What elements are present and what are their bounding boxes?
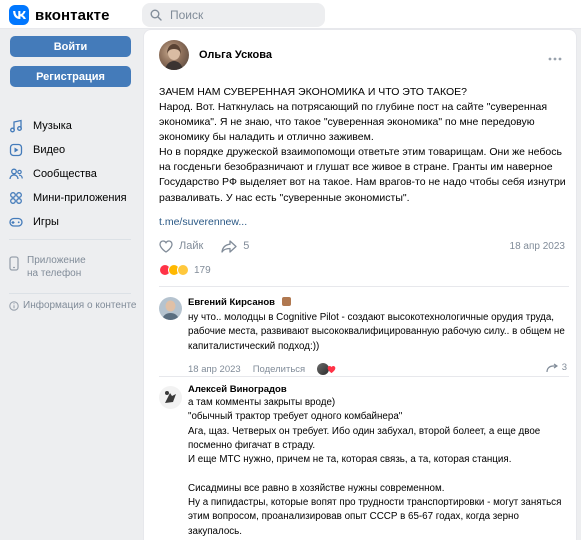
like-button[interactable]: Лайк bbox=[159, 239, 204, 253]
laughing-reaction-icon bbox=[177, 264, 189, 276]
search-box[interactable] bbox=[142, 3, 325, 27]
vk-logo-icon bbox=[9, 5, 29, 25]
content-info-link[interactable]: Информация о контенте bbox=[9, 300, 137, 311]
post-title: ЗАЧЕМ НАМ СУВЕРЕННАЯ ЭКОНОМИКА И ЧТО ЭТО… bbox=[159, 86, 467, 98]
sidebar-item-label: Сообщества bbox=[33, 168, 97, 180]
comment-share-button[interactable]: Поделиться bbox=[253, 364, 305, 375]
search-icon bbox=[150, 9, 162, 21]
post-card: Ольга Ускова ЗАЧЕМ НАМ СУВЕРЕННАЯ ЭКОНОМ… bbox=[143, 29, 577, 540]
sidebar-divider bbox=[9, 239, 131, 240]
comment-text: а там комменты закрыты вроде) "обычный т… bbox=[188, 397, 562, 537]
sidebar-item-label: Музыка bbox=[33, 120, 72, 132]
replies-button[interactable]: 3 bbox=[546, 362, 567, 373]
games-icon bbox=[9, 217, 23, 227]
commenter-avatar[interactable] bbox=[159, 297, 182, 320]
comment-text: ну что.. молодцы в Cognitive Pilot - соз… bbox=[188, 312, 565, 352]
badge-icon bbox=[281, 297, 291, 306]
app-promo-line2: на телефон bbox=[27, 268, 82, 279]
heart-icon bbox=[159, 239, 173, 253]
post-text: Народ. Вот. Наткнулась на потрясающий по… bbox=[159, 101, 566, 204]
like-label: Лайк bbox=[179, 240, 204, 252]
phone-icon bbox=[9, 256, 19, 271]
sidebar-item-mini-apps[interactable]: Мини-приложения bbox=[9, 186, 134, 210]
reply-icon bbox=[546, 363, 558, 372]
sidebar-item-label: Мини-приложения bbox=[33, 192, 127, 204]
mini-apps-icon bbox=[10, 192, 22, 204]
reactions-count: 179 bbox=[194, 264, 211, 276]
post-date[interactable]: 18 апр 2023 bbox=[510, 241, 565, 252]
comment-date[interactable]: 18 апр 2023 bbox=[188, 364, 241, 375]
post-link[interactable]: t.me/suverennew... bbox=[159, 216, 247, 228]
commenter-name[interactable]: Евгений Кирсанов bbox=[188, 297, 291, 308]
more-options-icon[interactable] bbox=[548, 48, 562, 66]
vk-logo[interactable]: вконтакте bbox=[9, 5, 110, 25]
login-button[interactable]: Войти bbox=[10, 36, 131, 57]
content-info-label: Информация о контенте bbox=[23, 300, 137, 311]
commenter-avatar[interactable] bbox=[159, 386, 182, 409]
share-icon bbox=[221, 239, 237, 253]
post-actions: Лайк 5 bbox=[159, 238, 569, 254]
search-input[interactable] bbox=[170, 8, 310, 22]
video-icon bbox=[9, 143, 23, 157]
top-header: вконтакте bbox=[0, 0, 581, 29]
replies-count: 3 bbox=[561, 362, 567, 373]
register-button[interactable]: Регистрация bbox=[10, 66, 131, 87]
sidebar-divider bbox=[9, 293, 131, 294]
app-promo-line1: Приложение bbox=[27, 255, 86, 266]
communities-icon bbox=[9, 168, 23, 180]
sidebar-item-music[interactable]: Музыка bbox=[9, 114, 134, 138]
music-icon bbox=[10, 119, 22, 133]
comment-meta: 18 апр 2023 Поделиться bbox=[188, 363, 336, 375]
share-count: 5 bbox=[243, 240, 250, 252]
sidebar-item-video[interactable]: Видео bbox=[9, 138, 134, 162]
sidebar-item-games[interactable]: Игры bbox=[9, 210, 134, 234]
author-avatar[interactable] bbox=[159, 40, 189, 70]
sidebar-item-communities[interactable]: Сообщества bbox=[9, 162, 134, 186]
sidebar: Войти Регистрация Музыка Видео Сообществ… bbox=[0, 29, 140, 540]
comment: Алексей Виноградов а там комменты закрыт… bbox=[159, 382, 569, 540]
comments-divider bbox=[159, 286, 569, 287]
reactions-summary[interactable]: 179 bbox=[159, 264, 211, 276]
share-button[interactable]: 5 bbox=[221, 239, 250, 253]
comment: Евгений Кирсанов ну что.. молодцы в Cogn… bbox=[159, 297, 569, 387]
commenter-name[interactable]: Алексей Виноградов bbox=[188, 384, 287, 395]
mobile-app-link[interactable]: Приложение на телефон bbox=[9, 254, 86, 280]
sidebar-item-label: Видео bbox=[33, 144, 66, 156]
comment-divider bbox=[159, 376, 569, 377]
post-author-name[interactable]: Ольга Ускова bbox=[199, 49, 272, 61]
sidebar-item-label: Игры bbox=[33, 216, 59, 228]
sidebar-nav: Музыка Видео Сообщества Мини-приложения … bbox=[9, 114, 134, 234]
logo-text: вконтакте bbox=[35, 6, 110, 24]
info-icon bbox=[9, 300, 19, 311]
heart-reaction-icon bbox=[327, 365, 336, 373]
